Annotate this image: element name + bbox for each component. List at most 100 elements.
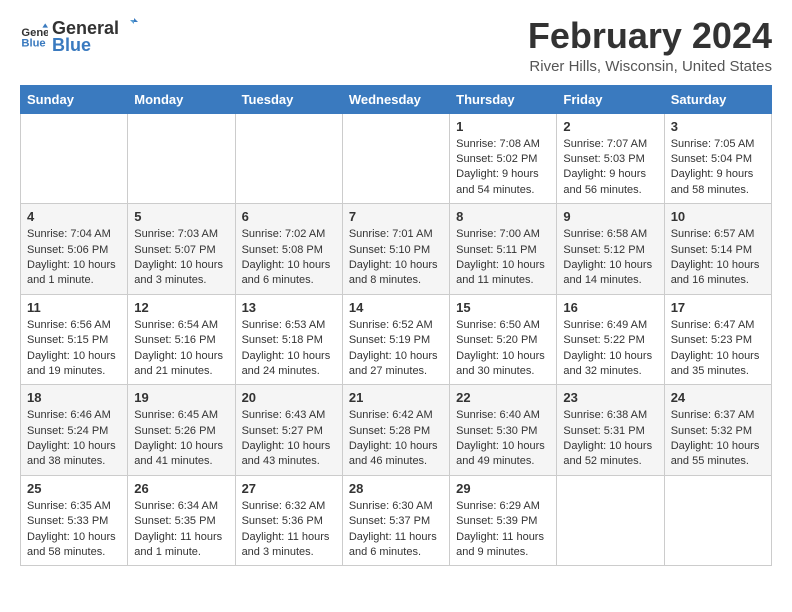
cell-content: Sunrise: 6:52 AMSunset: 5:19 PMDaylight:…: [349, 318, 443, 380]
calendar-cell: 8 Sunrise: 7:00 AMSunset: 5:11 PMDaylight…: [450, 204, 557, 295]
calendar-week-row: 4 Sunrise: 7:04 AMSunset: 5:06 PMDaylight…: [21, 204, 772, 295]
cell-content: Sunrise: 6:37 AMSunset: 5:32 PMDaylight:…: [671, 408, 765, 470]
logo: General Blue General Blue: [20, 16, 139, 56]
cell-content: Sunrise: 7:00 AMSunset: 5:11 PMDaylight:…: [456, 227, 550, 289]
day-number: 6: [242, 209, 336, 224]
calendar-cell: 9 Sunrise: 6:58 AMSunset: 5:12 PMDaylight…: [557, 204, 664, 295]
cell-content: Sunrise: 7:07 AMSunset: 5:03 PMDaylight:…: [563, 137, 657, 199]
day-number: 2: [563, 119, 657, 134]
calendar-cell: 4 Sunrise: 7:04 AMSunset: 5:06 PMDaylight…: [21, 204, 128, 295]
calendar-cell: 28Sunrise: 6:30 AMSunset: 5:37 PMDayligh…: [342, 475, 449, 566]
calendar-cell: 7 Sunrise: 7:01 AMSunset: 5:10 PMDaylight…: [342, 204, 449, 295]
day-number: 26: [134, 481, 228, 496]
cell-content: Sunrise: 7:02 AMSunset: 5:08 PMDaylight:…: [242, 227, 336, 289]
calendar-cell: 24 Sunrise: 6:37 AMSunset: 5:32 PMDayligh…: [664, 385, 771, 476]
column-header-monday: Monday: [128, 85, 235, 113]
cell-content: Sunrise: 6:45 AMSunset: 5:26 PMDaylight:…: [134, 408, 228, 470]
calendar-cell: 14 Sunrise: 6:52 AMSunset: 5:19 PMDayligh…: [342, 294, 449, 385]
column-header-sunday: Sunday: [21, 85, 128, 113]
day-number: 17: [671, 300, 765, 315]
day-number: 11: [27, 300, 121, 315]
column-header-wednesday: Wednesday: [342, 85, 449, 113]
calendar-cell: 13 Sunrise: 6:53 AMSunset: 5:18 PMDayligh…: [235, 294, 342, 385]
day-number: 14: [349, 300, 443, 315]
day-number: 7: [349, 209, 443, 224]
cell-content: Sunrise: 7:01 AMSunset: 5:10 PMDaylight:…: [349, 227, 443, 289]
calendar-cell: [128, 113, 235, 204]
calendar-cell: 6 Sunrise: 7:02 AMSunset: 5:08 PMDaylight…: [235, 204, 342, 295]
cell-content: Sunrise: 6:43 AMSunset: 5:27 PMDaylight:…: [242, 408, 336, 470]
cell-content: Sunrise: 6:47 AMSunset: 5:23 PMDaylight:…: [671, 318, 765, 380]
day-number: 1: [456, 119, 550, 134]
cell-content: Sunrise: 6:49 AMSunset: 5:22 PMDaylight:…: [563, 318, 657, 380]
page-header: General Blue General Blue February 2024 …: [20, 16, 772, 75]
day-number: 4: [27, 209, 121, 224]
calendar-cell: 25 Sunrise: 6:35 AMSunset: 5:33 PMDayligh…: [21, 475, 128, 566]
day-number: 23: [563, 390, 657, 405]
calendar-header-row: SundayMondayTuesdayWednesdayThursdayFrid…: [21, 85, 772, 113]
day-number: 9: [563, 209, 657, 224]
cell-content: Sunrise: 6:35 AMSunset: 5:33 PMDaylight:…: [27, 499, 121, 561]
column-header-tuesday: Tuesday: [235, 85, 342, 113]
calendar-cell: [557, 475, 664, 566]
calendar-cell: [664, 475, 771, 566]
calendar-cell: 12Sunrise: 6:54 AMSunset: 5:16 PMDayligh…: [128, 294, 235, 385]
calendar-cell: 22 Sunrise: 6:40 AMSunset: 5:30 PMDayligh…: [450, 385, 557, 476]
month-year-title: February 2024: [528, 16, 772, 56]
day-number: 21: [349, 390, 443, 405]
day-number: 28: [349, 481, 443, 496]
cell-content: Sunrise: 7:05 AMSunset: 5:04 PMDaylight:…: [671, 137, 765, 199]
cell-content: Sunrise: 6:40 AMSunset: 5:30 PMDaylight:…: [456, 408, 550, 470]
logo-icon: General Blue: [20, 22, 48, 50]
calendar-cell: 26 Sunrise: 6:34 AMSunset: 5:35 PMDayligh…: [128, 475, 235, 566]
calendar-cell: 20 Sunrise: 6:43 AMSunset: 5:27 PMDayligh…: [235, 385, 342, 476]
cell-content: Sunrise: 7:03 AMSunset: 5:07 PMDaylight:…: [134, 227, 228, 289]
cell-content: Sunrise: 6:57 AMSunset: 5:14 PMDaylight:…: [671, 227, 765, 289]
calendar-cell: 27Sunrise: 6:32 AMSunset: 5:36 PMDayligh…: [235, 475, 342, 566]
logo-bird-icon: [120, 16, 138, 34]
day-number: 16: [563, 300, 657, 315]
cell-content: Sunrise: 7:08 AMSunset: 5:02 PMDaylight:…: [456, 137, 550, 199]
cell-content: Sunrise: 6:29 AMSunset: 5:39 PMDaylight:…: [456, 499, 550, 561]
calendar-cell: 17 Sunrise: 6:47 AMSunset: 5:23 PMDayligh…: [664, 294, 771, 385]
column-header-friday: Friday: [557, 85, 664, 113]
day-number: 3: [671, 119, 765, 134]
day-number: 25: [27, 481, 121, 496]
day-number: 18: [27, 390, 121, 405]
day-number: 19: [134, 390, 228, 405]
svg-text:Blue: Blue: [21, 38, 45, 50]
calendar-cell: 3 Sunrise: 7:05 AMSunset: 5:04 PMDaylight…: [664, 113, 771, 204]
calendar-cell: 1 Sunrise: 7:08 AMSunset: 5:02 PMDaylight…: [450, 113, 557, 204]
day-number: 22: [456, 390, 550, 405]
cell-content: Sunrise: 7:04 AMSunset: 5:06 PMDaylight:…: [27, 227, 121, 289]
cell-content: Sunrise: 6:38 AMSunset: 5:31 PMDaylight:…: [563, 408, 657, 470]
calendar-cell: [235, 113, 342, 204]
cell-content: Sunrise: 6:56 AMSunset: 5:15 PMDaylight:…: [27, 318, 121, 380]
column-header-thursday: Thursday: [450, 85, 557, 113]
calendar-cell: 2 Sunrise: 7:07 AMSunset: 5:03 PMDaylight…: [557, 113, 664, 204]
day-number: 24: [671, 390, 765, 405]
cell-content: Sunrise: 6:54 AMSunset: 5:16 PMDaylight:…: [134, 318, 228, 380]
calendar-week-row: 18 Sunrise: 6:46 AMSunset: 5:24 PMDayligh…: [21, 385, 772, 476]
cell-content: Sunrise: 6:32 AMSunset: 5:36 PMDaylight:…: [242, 499, 336, 561]
calendar-cell: 23 Sunrise: 6:38 AMSunset: 5:31 PMDayligh…: [557, 385, 664, 476]
calendar-cell: 10Sunrise: 6:57 AMSunset: 5:14 PMDayligh…: [664, 204, 771, 295]
cell-content: Sunrise: 6:58 AMSunset: 5:12 PMDaylight:…: [563, 227, 657, 289]
cell-content: Sunrise: 6:34 AMSunset: 5:35 PMDaylight:…: [134, 499, 228, 561]
cell-content: Sunrise: 6:46 AMSunset: 5:24 PMDaylight:…: [27, 408, 121, 470]
calendar-week-row: 11 Sunrise: 6:56 AMSunset: 5:15 PMDayligh…: [21, 294, 772, 385]
day-number: 15: [456, 300, 550, 315]
day-number: 5: [134, 209, 228, 224]
cell-content: Sunrise: 6:42 AMSunset: 5:28 PMDaylight:…: [349, 408, 443, 470]
day-number: 20: [242, 390, 336, 405]
calendar-cell: 5 Sunrise: 7:03 AMSunset: 5:07 PMDaylight…: [128, 204, 235, 295]
day-number: 13: [242, 300, 336, 315]
cell-content: Sunrise: 6:50 AMSunset: 5:20 PMDaylight:…: [456, 318, 550, 380]
calendar-table: SundayMondayTuesdayWednesdayThursdayFrid…: [20, 85, 772, 567]
calendar-week-row: 25 Sunrise: 6:35 AMSunset: 5:33 PMDayligh…: [21, 475, 772, 566]
day-number: 8: [456, 209, 550, 224]
cell-content: Sunrise: 6:53 AMSunset: 5:18 PMDaylight:…: [242, 318, 336, 380]
day-number: 29: [456, 481, 550, 496]
calendar-cell: [342, 113, 449, 204]
calendar-cell: 11 Sunrise: 6:56 AMSunset: 5:15 PMDayligh…: [21, 294, 128, 385]
